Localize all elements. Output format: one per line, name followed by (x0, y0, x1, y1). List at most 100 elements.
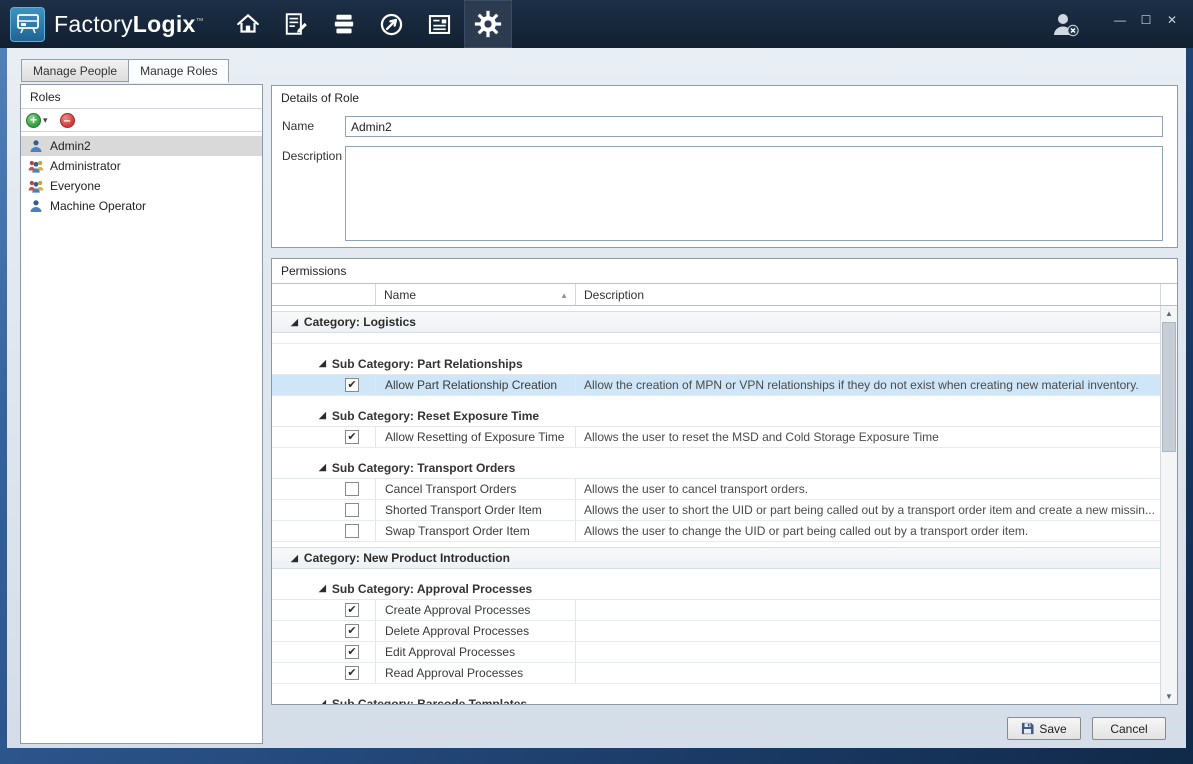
cancel-button[interactable]: Cancel (1092, 717, 1166, 740)
subcategory-row[interactable]: ◢Sub Category: Barcode Templates (272, 693, 1160, 704)
roles-toolbar: + ▾ – (21, 109, 262, 132)
home-icon[interactable] (224, 0, 272, 48)
permission-description: Allows the user to short the UID or part… (576, 500, 1160, 520)
permission-description (576, 642, 1160, 662)
tab-manage-people[interactable]: Manage People (21, 59, 129, 82)
permissions-title: Permissions (272, 259, 1177, 278)
description-column-header[interactable]: Description (576, 284, 1160, 305)
clipped-row (272, 333, 1160, 344)
main-nav (224, 0, 512, 48)
permission-checkbox-cell: ✔ (272, 642, 376, 662)
close-button[interactable]: ✕ (1159, 9, 1185, 39)
permission-name: Allow Part Relationship Creation (376, 375, 576, 395)
permission-checkbox-cell (272, 521, 376, 541)
add-role-dropdown-icon[interactable]: ▾ (43, 115, 48, 126)
group-expander-icon[interactable]: ◢ (319, 463, 326, 472)
group-expander-icon[interactable]: ◢ (319, 699, 326, 704)
permission-row[interactable]: Shorted Transport Order ItemAllows the u… (272, 500, 1160, 521)
role-item-label: Admin2 (50, 139, 91, 153)
single-user-icon (28, 139, 44, 153)
category-row[interactable]: ◢Category: New Product Introduction (272, 547, 1160, 569)
navigate-icon[interactable] (368, 0, 416, 48)
permission-description (576, 600, 1160, 620)
permission-description: Allows the user to cancel transport orde… (576, 479, 1160, 499)
permission-name: Create Approval Processes (376, 600, 576, 620)
roles-panel-title: Roles (21, 85, 262, 109)
category-row[interactable]: ◢ Category: Logistics (272, 311, 1160, 333)
permission-checkbox[interactable] (345, 524, 359, 538)
roles-list: Admin2 AdministratorEveryone Machine Opera… (21, 132, 262, 216)
permission-checkbox-cell (272, 500, 376, 520)
remove-role-button[interactable]: – (60, 113, 75, 128)
category-label: Category: Logistics (304, 315, 416, 329)
role-item[interactable]: Everyone (21, 176, 262, 196)
permission-checkbox[interactable]: ✔ (345, 624, 359, 638)
permission-checkbox[interactable] (345, 482, 359, 496)
add-role-button[interactable]: + (26, 113, 41, 128)
description-label: Description (282, 149, 342, 163)
forms-icon[interactable] (272, 0, 320, 48)
permission-checkbox[interactable]: ✔ (345, 378, 359, 392)
role-item[interactable]: Administrator (21, 156, 262, 176)
group-expander-icon[interactable]: ◢ (319, 411, 326, 420)
permission-name: Swap Transport Order Item (376, 521, 576, 541)
permission-checkbox[interactable] (345, 503, 359, 517)
main-panel: Details of Role Name Description Permiss… (271, 85, 1178, 744)
permission-checkbox[interactable]: ✔ (345, 645, 359, 659)
permission-description: Allows the user to reset the MSD and Col… (576, 427, 1160, 447)
role-name-input[interactable] (345, 116, 1163, 137)
scrollbar-thumb[interactable] (1162, 322, 1176, 452)
app-window: FactoryLogix™ (0, 0, 1193, 764)
role-item[interactable]: Machine Operator (21, 196, 262, 216)
permission-row[interactable]: ✔ Allow Part Relationship CreationAllow t… (272, 375, 1160, 396)
permission-row[interactable]: Cancel Transport OrdersAllows the user t… (272, 479, 1160, 500)
checkbox-column-header (272, 284, 376, 305)
roles-panel: Roles + ▾ – Admin2 AdministratorEveryone M… (20, 84, 263, 744)
group-expander-icon[interactable]: ◢ (291, 554, 298, 563)
maximize-button[interactable]: ☐ (1133, 9, 1159, 39)
permission-row[interactable]: ✔ Create Approval Processes (272, 600, 1160, 621)
settings-icon[interactable] (464, 0, 512, 48)
save-icon (1021, 722, 1034, 735)
client-area: Manage PeopleManage Roles Roles + ▾ – Ad… (7, 48, 1186, 748)
permission-row[interactable]: Swap Transport Order ItemAllows the user… (272, 521, 1160, 542)
vertical-scrollbar[interactable]: ▲ ▼ (1160, 306, 1177, 704)
group-expander-icon[interactable]: ◢ (319, 584, 326, 593)
permission-row[interactable]: ✔Edit Approval Processes (272, 642, 1160, 663)
permission-description: Allows the user to change the UID or par… (576, 521, 1160, 541)
scrollbar-down-icon[interactable]: ▼ (1161, 689, 1177, 704)
permission-checkbox[interactable]: ✔ (345, 430, 359, 444)
subcategory-row[interactable]: ◢Sub Category: Part Relationships (272, 353, 1160, 375)
tab-manage-roles[interactable]: Manage Roles (128, 59, 229, 83)
subcategory-row[interactable]: ◢Sub Category: Transport Orders (272, 457, 1160, 479)
group-expander-icon[interactable]: ◢ (319, 359, 326, 368)
role-item-label: Machine Operator (50, 199, 146, 213)
permission-description (576, 621, 1160, 641)
details-title: Details of Role (272, 86, 1177, 105)
role-description-input[interactable] (345, 146, 1163, 241)
permission-row[interactable]: ✔ Read Approval Processes (272, 663, 1160, 684)
save-button[interactable]: Save (1007, 717, 1081, 740)
app-title: FactoryLogix™ (54, 11, 204, 38)
minimize-button[interactable]: — (1107, 9, 1133, 39)
materials-icon[interactable] (320, 0, 368, 48)
single-user-icon (28, 199, 44, 213)
subcategory-row[interactable]: ◢Sub Category: Reset Exposure Time (272, 405, 1160, 427)
scrollbar-up-icon[interactable]: ▲ (1161, 306, 1177, 321)
group-expander-icon[interactable]: ◢ (291, 318, 298, 327)
name-column-header[interactable]: Name ▲ (376, 284, 576, 305)
role-item[interactable]: Admin2 (21, 136, 262, 156)
permission-description: Allow the creation of MPN or VPN relatio… (576, 375, 1160, 395)
permission-name: Read Approval Processes (376, 663, 576, 683)
permission-name: Shorted Transport Order Item (376, 500, 576, 520)
permission-row[interactable]: ✔Delete Approval Processes (272, 621, 1160, 642)
permission-checkbox-cell: ✔ (272, 621, 376, 641)
subcategory-row[interactable]: ◢Sub Category: Approval Processes (272, 578, 1160, 600)
reports-icon[interactable] (416, 0, 464, 48)
user-logout-icon[interactable] (1049, 10, 1081, 38)
permission-checkbox[interactable]: ✔ (345, 603, 359, 617)
permission-row[interactable]: ✔Allow Resetting of Exposure TimeAllows … (272, 427, 1160, 448)
app-logo-icon (10, 7, 45, 42)
permission-checkbox[interactable]: ✔ (345, 666, 359, 680)
footer-buttons: Save Cancel (1007, 717, 1166, 740)
